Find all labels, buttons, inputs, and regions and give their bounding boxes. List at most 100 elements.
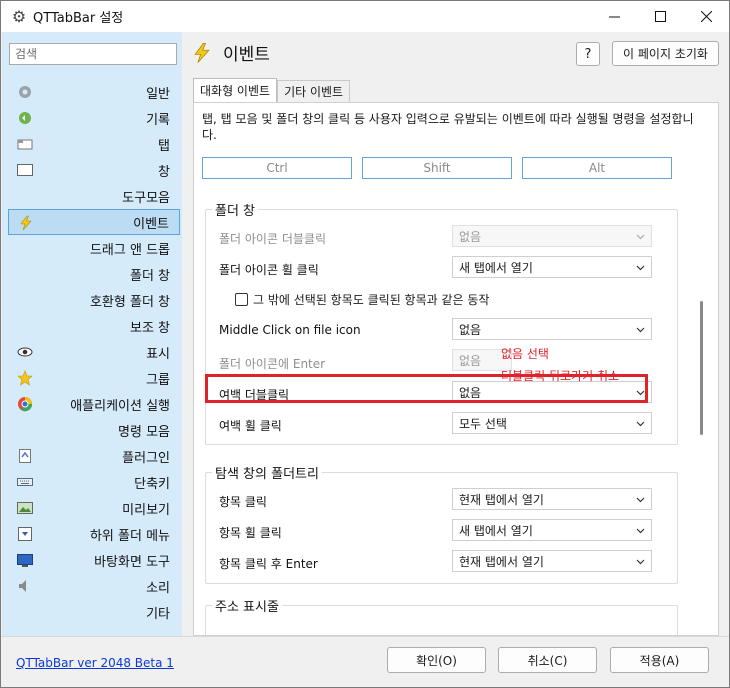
row-label: 여백 휠 클릭: [219, 419, 282, 433]
middle-click-file-icon-select[interactable]: 없음: [452, 318, 652, 340]
ctrl-modifier-button[interactable]: Ctrl: [202, 157, 352, 179]
description-text: 탭, 탭 모음 및 폴더 창의 클릭 등 사용자 입력으로 유발되는 이벤트에 …: [202, 112, 694, 142]
title-bar: ⚙ QTTabBar 설정: [1, 1, 729, 32]
version-link[interactable]: QTTabBar ver 2048 Beta 1: [16, 656, 174, 670]
sidebar-item-secondary-window[interactable]: 보조 창: [8, 313, 180, 339]
chevron-down-icon: [636, 559, 645, 565]
row-label: 폴더 아이콘 휠 클릭: [219, 263, 319, 277]
settings-scroll-area[interactable]: 폴더 창 폴더 아이콘 더블클릭 없음 폴더 아이콘 휠 클릭 새 탭에서 열기…: [194, 187, 718, 635]
sidebar-item-label: 기타: [146, 606, 170, 622]
folder-icon-double-click-select[interactable]: 없음: [452, 225, 652, 247]
tree-item-enter-select[interactable]: 현재 탭에서 열기: [452, 550, 652, 572]
combo-value: 없음: [459, 322, 482, 337]
sidebar-item-label: 드래그 앤 드롭: [89, 242, 170, 258]
sidebar-item-window[interactable]: 창: [8, 157, 180, 183]
sidebar-item-events[interactable]: 이벤트: [8, 209, 180, 235]
sidebar-item-toolbars[interactable]: 도구모음: [8, 183, 180, 209]
sidebar-item-app-launcher[interactable]: 애플리케이션 실행: [8, 391, 180, 417]
close-button[interactable]: [683, 1, 729, 32]
sidebar-item-history[interactable]: 기록: [8, 105, 180, 131]
shift-modifier-button[interactable]: Shift: [362, 157, 512, 179]
sidebar-item-label: 애플리케이션 실행: [70, 398, 170, 414]
sidebar-item-label: 단축키: [134, 476, 170, 492]
group-title: 주소 표시줄: [212, 596, 282, 615]
sidebar-item-label: 이벤트: [133, 216, 169, 232]
explorer-tree-group: 탐색 창의 폴더트리 항목 클릭 현재 탭에서 열기 항목 휠 클릭 새 탭에서…: [205, 463, 678, 584]
sidebar-item-subfolder-menu[interactable]: 하위 폴더 메뉴: [8, 521, 180, 547]
keyboard-icon: [17, 474, 33, 490]
tree-item-wheel-click-select[interactable]: 새 탭에서 열기: [452, 519, 652, 541]
annotation-line-1: 없음 선택: [501, 347, 549, 361]
apply-to-selected-checkbox-row[interactable]: 그 밖에 선택된 항목도 클릭된 항목과 같은 동작: [235, 291, 489, 308]
apply-button[interactable]: 적용(A): [610, 647, 709, 673]
sidebar-item-label: 창: [158, 164, 170, 180]
chevron-down-icon: [636, 497, 645, 503]
sidebar-item-misc[interactable]: 기타: [8, 599, 180, 625]
sidebar-item-label: 보조 창: [129, 320, 170, 336]
sidebar-item-preview[interactable]: 미리보기: [8, 495, 180, 521]
sidebar-item-label: 플러그인: [122, 450, 170, 466]
sidebar-item-label: 표시: [146, 346, 170, 362]
combo-value: 현재 탭에서 열기: [459, 492, 544, 507]
sidebar-item-compat-folder-window[interactable]: 호환형 폴더 창: [8, 287, 180, 313]
sidebar-item-label: 폴더 창: [129, 268, 170, 284]
group-title: 폴더 창: [212, 200, 259, 219]
combo-value: 현재 탭에서 열기: [459, 554, 544, 569]
combo-value: 없음: [459, 229, 482, 244]
lightning-icon: [194, 42, 210, 63]
group-title: 탐색 창의 폴더트리: [212, 463, 322, 482]
cancel-button[interactable]: 취소(C): [498, 647, 597, 673]
row-label: 항목 클릭: [219, 495, 267, 509]
reset-page-button[interactable]: 이 페이지 초기화: [612, 41, 719, 66]
search-input[interactable]: [9, 43, 177, 65]
vertical-scrollbar[interactable]: [697, 187, 707, 627]
sidebar-item-folder-window[interactable]: 폴더 창: [8, 261, 180, 287]
sidebar-item-label: 미리보기: [122, 502, 170, 518]
apply-to-selected-checkbox[interactable]: [235, 293, 248, 306]
sidebar-item-label: 기록: [146, 112, 170, 128]
highlight-box: [205, 374, 648, 403]
maximize-button[interactable]: [637, 1, 683, 32]
row-label: 폴더 아이콘 더블클릭: [219, 232, 326, 246]
sidebar-item-groups[interactable]: 그룹: [8, 365, 180, 391]
folder-icon-wheel-click-select[interactable]: 새 탭에서 열기: [452, 256, 652, 278]
tab-other-events[interactable]: 기타 이벤트: [277, 80, 351, 102]
sidebar-item-plugins[interactable]: 플러그인: [8, 443, 180, 469]
sidebar-item-display[interactable]: 표시: [8, 339, 180, 365]
sidebar-item-sound[interactable]: 소리: [8, 573, 180, 599]
gear-icon: [17, 84, 33, 100]
chevron-down-icon: [636, 234, 645, 240]
preview-icon: [17, 500, 33, 516]
sidebar-item-desktop-tool[interactable]: 바탕화면 도구: [8, 547, 180, 573]
settings-window: ⚙ QTTabBar 설정 일반: [0, 0, 730, 688]
row-label: Middle Click on file icon: [219, 323, 361, 337]
blank-wheel-click-select[interactable]: 모두 선택: [452, 412, 652, 434]
ok-button[interactable]: 확인(O): [387, 647, 486, 673]
sidebar-item-label: 소리: [146, 580, 170, 596]
sidebar-item-command-bar[interactable]: 명령 모음: [8, 417, 180, 443]
plugin-icon: [17, 448, 33, 464]
tab-interactive-events[interactable]: 대화형 이벤트: [193, 78, 278, 102]
star-icon: [17, 370, 33, 386]
scrollbar-thumb[interactable]: [700, 301, 703, 435]
minimize-icon: [608, 16, 620, 18]
subfolder-icon: [17, 526, 33, 542]
folder-window-group: 폴더 창 폴더 아이콘 더블클릭 없음 폴더 아이콘 휠 클릭 새 탭에서 열기…: [205, 200, 678, 445]
sidebar-item-drag-drop[interactable]: 드래그 앤 드롭: [8, 235, 180, 261]
combo-value: 없음: [459, 353, 482, 368]
alt-modifier-button[interactable]: Alt: [522, 157, 672, 179]
tree-item-click-select[interactable]: 현재 탭에서 열기: [452, 488, 652, 510]
sidebar-item-label: 그룹: [146, 372, 170, 388]
help-button[interactable]: ?: [576, 42, 600, 66]
minimize-button[interactable]: [591, 1, 637, 32]
sidebar-item-shortcuts[interactable]: 단축키: [8, 469, 180, 495]
sidebar: 일반 기록 탭 창 도구모음: [2, 32, 182, 636]
sidebar-item-label: 도구모음: [122, 190, 170, 206]
tab-panel: 탭, 탭 모음 및 폴더 창의 클릭 등 사용자 입력으로 유발되는 이벤트에 …: [193, 102, 719, 636]
sidebar-item-label: 일반: [146, 86, 170, 102]
sidebar-item-tabs[interactable]: 탭: [8, 131, 180, 157]
combo-value: 새 탭에서 열기: [459, 523, 533, 538]
sidebar-item-general[interactable]: 일반: [8, 79, 180, 105]
combo-value: 모두 선택: [459, 416, 507, 431]
desktop-icon: [17, 552, 33, 568]
